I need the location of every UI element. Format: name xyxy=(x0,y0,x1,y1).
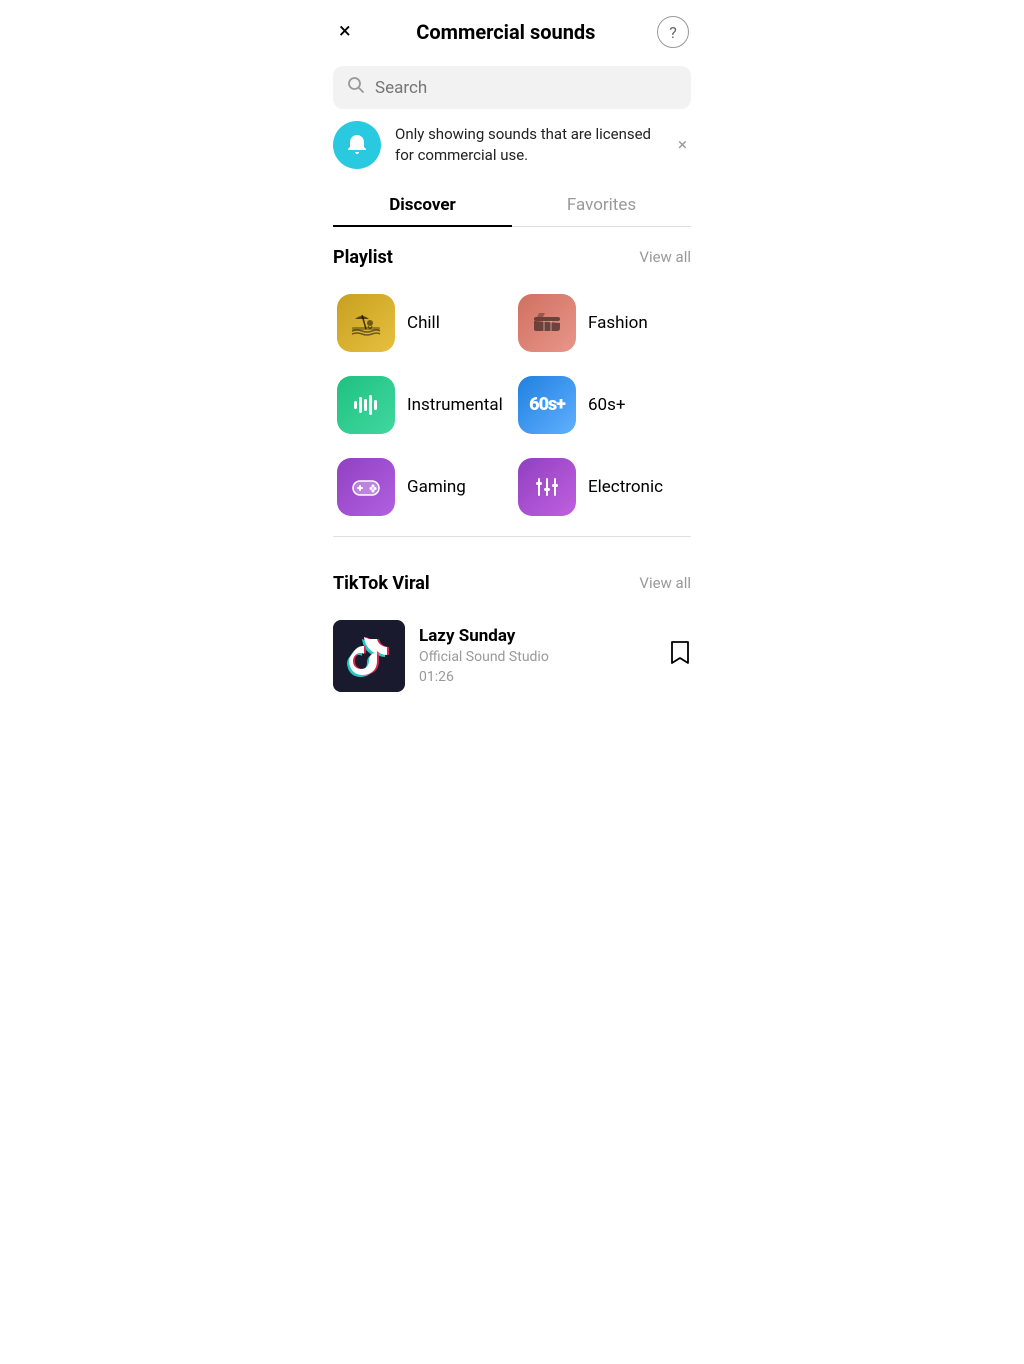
header: × Commercial sounds ? xyxy=(317,0,707,60)
viral-item-lazy-sunday[interactable]: Lazy Sunday Official Sound Studio 01:26 xyxy=(317,608,707,704)
notice-banner: Only showing sounds that are licensed fo… xyxy=(333,121,691,169)
tabs-container: Discover Favorites xyxy=(333,185,691,227)
tiktok-section-header: TikTok Viral View all xyxy=(317,553,707,608)
playlist-label-fashion: Fashion xyxy=(588,313,648,333)
tiktok-view-all[interactable]: View all xyxy=(639,574,691,592)
playlist-section-header: Playlist View all xyxy=(317,227,707,282)
viral-thumbnail xyxy=(333,620,405,692)
viral-item-duration: 01:26 xyxy=(419,669,655,685)
notice-icon xyxy=(333,121,381,169)
playlist-item-60s[interactable]: 60s+ 60s+ xyxy=(512,364,693,446)
playlist-label-electronic: Electronic xyxy=(588,477,663,497)
tab-discover[interactable]: Discover xyxy=(333,185,512,227)
playlist-label-60s: 60s+ xyxy=(588,395,626,415)
close-button[interactable]: × xyxy=(335,17,355,47)
playlist-view-all[interactable]: View all xyxy=(639,248,691,266)
playlist-icon-gaming xyxy=(337,458,395,516)
viral-item-info: Lazy Sunday Official Sound Studio 01:26 xyxy=(419,626,655,685)
playlist-icon-electronic xyxy=(518,458,576,516)
playlist-title: Playlist xyxy=(333,247,393,268)
60s-badge-text: 60s+ xyxy=(529,394,565,415)
tab-favorites[interactable]: Favorites xyxy=(512,185,691,226)
notice-close-button[interactable]: × xyxy=(674,131,691,159)
playlist-icon-60s: 60s+ xyxy=(518,376,576,434)
playlist-grid: Chill Fashion In xyxy=(317,282,707,528)
notice-text: Only showing sounds that are licensed fo… xyxy=(395,124,660,166)
playlist-icon-instrumental xyxy=(337,376,395,434)
section-divider xyxy=(333,536,691,537)
tiktok-viral-title: TikTok Viral xyxy=(333,573,430,594)
playlist-item-instrumental[interactable]: Instrumental xyxy=(331,364,512,446)
playlist-label-instrumental: Instrumental xyxy=(407,395,503,415)
viral-item-title: Lazy Sunday xyxy=(419,626,655,646)
playlist-label-gaming: Gaming xyxy=(407,477,466,497)
search-icon xyxy=(347,76,365,99)
playlist-item-chill[interactable]: Chill xyxy=(331,282,512,364)
search-bar[interactable] xyxy=(333,66,691,109)
playlist-icon-chill xyxy=(337,294,395,352)
playlist-item-gaming[interactable]: Gaming xyxy=(331,446,512,528)
help-button[interactable]: ? xyxy=(657,16,689,48)
playlist-icon-fashion xyxy=(518,294,576,352)
tiktok-viral-section: TikTok Viral View all Lazy Sunday Offici… xyxy=(317,545,707,704)
playlist-item-fashion[interactable]: Fashion xyxy=(512,282,693,364)
search-input[interactable] xyxy=(375,78,677,98)
page-title: Commercial sounds xyxy=(416,20,595,44)
playlist-label-chill: Chill xyxy=(407,313,440,333)
playlist-item-electronic[interactable]: Electronic xyxy=(512,446,693,528)
viral-item-artist: Official Sound Studio xyxy=(419,649,655,665)
bookmark-button[interactable] xyxy=(669,640,691,672)
